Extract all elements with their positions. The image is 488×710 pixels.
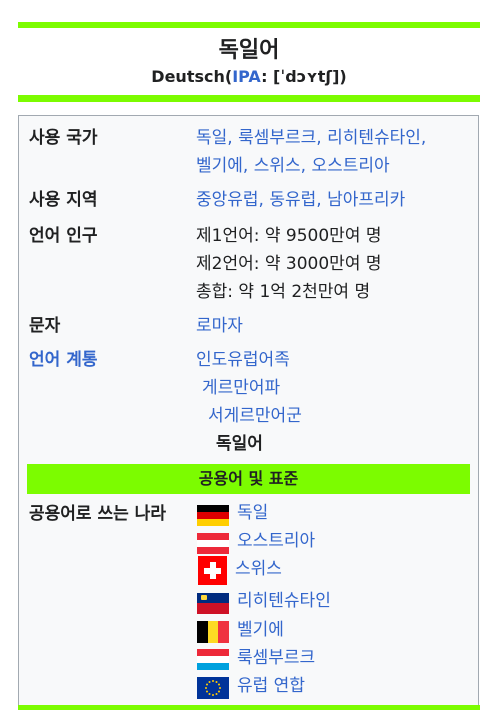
official-country-3[interactable]: 스위스	[235, 557, 282, 581]
eu-flag-icon	[197, 677, 229, 699]
population-label: 언어 인구	[29, 226, 98, 246]
family-level1[interactable]: 인도유럽어족	[196, 346, 290, 374]
belgium-flag-icon	[197, 621, 229, 643]
countries-label: 사용 국가	[29, 128, 98, 148]
family-label-link[interactable]: 언어 계통	[29, 346, 97, 374]
subtitle: Deutsch(IPA: [ˈdɔʏtʃ])	[18, 67, 480, 86]
official-country-1[interactable]: 독일	[237, 501, 268, 525]
countries-line2[interactable]: 벨기에, 스위스, 오스트리아	[196, 152, 390, 180]
header-accent-bar	[18, 95, 480, 102]
luxembourg-flag-icon	[197, 649, 229, 670]
population-line2: 제2언어: 약 3000만여 명	[196, 254, 382, 274]
official-country-4[interactable]: 리히텐슈타인	[237, 589, 331, 613]
official-country-7[interactable]: 유럽 연합	[237, 674, 305, 698]
official-countries-label: 공용어로 쓰는 나라	[29, 504, 166, 524]
population-line1: 제1언어: 약 9500만여 명	[196, 226, 382, 246]
family-level4: 독일어	[216, 434, 263, 454]
region-label: 사용 지역	[29, 190, 98, 210]
official-country-2[interactable]: 오스트리아	[237, 529, 315, 553]
population-line3: 총합: 약 1억 2천만여 명	[196, 282, 371, 302]
native-name: Deutsch	[151, 67, 225, 86]
ipa-pronunciation: : [ˈdɔʏtʃ])	[261, 67, 347, 86]
region-value[interactable]: 중앙유럽, 동유럽, 남아프리카	[196, 186, 405, 214]
script-value[interactable]: 로마자	[196, 312, 243, 340]
section-header-official: 공용어 및 표준	[27, 464, 470, 494]
countries-line1[interactable]: 독일, 룩셈부르크, 리히텐슈타인,	[196, 124, 426, 152]
liechtenstein-flag-icon	[197, 593, 229, 614]
austria-flag-icon	[197, 533, 229, 554]
bottom-accent-bar	[18, 705, 480, 710]
top-accent-bar	[18, 22, 480, 28]
family-level3[interactable]: 서게르만어군	[208, 402, 302, 430]
ipa-link[interactable]: IPA	[232, 67, 261, 86]
official-country-5[interactable]: 벨기에	[237, 618, 284, 642]
family-level2[interactable]: 게르만어파	[202, 374, 280, 402]
script-label: 문자	[29, 316, 61, 336]
official-country-6[interactable]: 룩셈부르크	[237, 646, 315, 670]
germany-flag-icon	[197, 505, 229, 526]
switzerland-flag-icon	[198, 556, 227, 585]
page-title: 독일어	[218, 38, 280, 63]
